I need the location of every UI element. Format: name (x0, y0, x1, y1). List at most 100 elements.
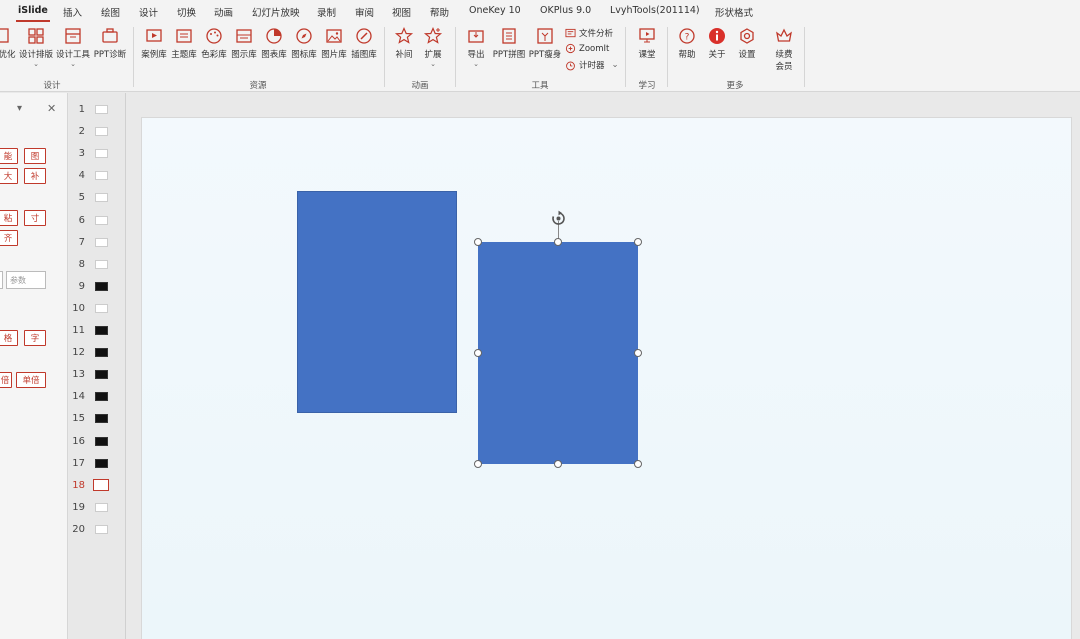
resize-handle-top-left[interactable] (474, 238, 482, 246)
membership-label: 会员 (775, 62, 793, 72)
tab-okplus[interactable]: OKPlus 9.0 (540, 5, 591, 16)
ppt-slim-button[interactable]: PPT瘦身 (528, 26, 562, 60)
timer-button[interactable]: 计时器 ⌄ (565, 59, 619, 71)
theme-library-button[interactable]: 主题库 (170, 26, 198, 60)
color-library-button[interactable]: 色彩库 (200, 26, 228, 60)
pane-button-1[interactable]: 能 (0, 148, 18, 164)
tab-view[interactable]: 视图 (392, 5, 411, 19)
slide-thumbnail[interactable]: 16 (69, 433, 126, 451)
tab-slideshow[interactable]: 幻灯片放映 (252, 5, 300, 19)
icon-library-button[interactable]: 图标库 (290, 26, 318, 60)
resize-handle-right[interactable] (634, 349, 642, 357)
zoomit-button[interactable]: ZoomIt (565, 43, 609, 54)
pane-dropdown-icon[interactable]: ▾ (17, 103, 22, 114)
resize-handle-top[interactable] (554, 238, 562, 246)
slide-thumbnail[interactable]: 5 (69, 189, 126, 207)
tab-help[interactable]: 帮助 (430, 5, 449, 19)
extend-button[interactable]: 扩展 ⌄ (421, 26, 445, 68)
param-input[interactable]: 参数 (6, 271, 46, 289)
tween-button[interactable]: 补间 (392, 26, 416, 60)
image-library-button[interactable]: 图片库 (320, 26, 348, 60)
ribbon: 优化 设计排版 ⌄ 设计工具 ⌄ PPT诊断 设计 案例库 主题库 色彩库 图示… (0, 22, 1080, 92)
close-icon[interactable]: ✕ (47, 102, 56, 115)
pane-button-3[interactable]: 大 (0, 168, 18, 184)
export-button[interactable]: 导出 ⌄ (463, 26, 489, 68)
pane-button-8[interactable]: 格 (0, 330, 18, 346)
file-analysis-button[interactable]: 文件分析 (565, 27, 613, 39)
chevron-down-icon: ⌄ (33, 60, 39, 68)
slide-thumbnail[interactable]: 7 (69, 234, 126, 252)
slide-number: 4 (78, 170, 85, 182)
slide-thumbnail[interactable]: 4 (69, 167, 126, 185)
resize-handle-top-right[interactable] (634, 238, 642, 246)
slide-number: 15 (72, 413, 85, 425)
ppt-puzzle-button[interactable]: PPT拼图 (492, 26, 526, 60)
resize-handle-bottom[interactable] (554, 460, 562, 468)
slide-thumbnail[interactable]: 9 (69, 278, 126, 296)
slide-thumbnail[interactable]: 8 (69, 256, 126, 274)
rotate-icon[interactable] (550, 210, 567, 227)
tab-draw[interactable]: 绘图 (101, 5, 120, 19)
slide[interactable] (141, 117, 1072, 639)
tab-lvyhtools[interactable]: LvyhTools(201114) (610, 5, 700, 16)
pane-button-6[interactable]: 寸 (24, 210, 46, 226)
tab-transitions[interactable]: 切换 (177, 5, 196, 19)
pane-button-2[interactable]: 图 (24, 148, 46, 164)
single-spacing-button[interactable]: 单倍 (16, 372, 46, 388)
help-button[interactable]: ? 帮助 (675, 26, 699, 60)
slide-thumbnail[interactable]: 1 (69, 101, 126, 119)
slide-thumbnail[interactable]: 2 (69, 123, 126, 141)
tab-shape-format[interactable]: 形状格式 (715, 5, 753, 19)
classroom-button[interactable]: 课堂 (634, 26, 660, 60)
selected-rectangle-shape[interactable] (478, 242, 638, 464)
slide-number: 6 (78, 214, 85, 226)
tab-onekey[interactable]: OneKey 10 (469, 5, 521, 16)
tab-insert[interactable]: 插入 (63, 5, 82, 19)
pane-input-left[interactable] (0, 271, 3, 289)
slide-number: 16 (72, 435, 85, 447)
slide-thumbnail[interactable]: 19 (69, 499, 126, 517)
optimize-button[interactable]: 优化 (0, 26, 18, 60)
pane-button-7[interactable]: 齐 (0, 230, 18, 246)
slide-thumbnail-image (95, 171, 108, 181)
tab-animations[interactable]: 动画 (214, 5, 233, 19)
slide-thumbnail[interactable]: 15 (69, 410, 126, 428)
diagram-library-button[interactable]: 图示库 (230, 26, 258, 60)
design-tools-label: 设计工具 (55, 50, 90, 60)
pane-button-9[interactable]: 字 (24, 330, 46, 346)
pane-button-4[interactable]: 补 (24, 168, 46, 184)
ppt-diagnose-button[interactable]: PPT诊断 (92, 26, 128, 60)
slide-thumbnail[interactable]: 10 (69, 300, 126, 318)
slide-thumbnail[interactable]: 3 (69, 145, 126, 163)
pane-button-10[interactable]: 倍 (0, 372, 12, 388)
slide-thumbnail[interactable]: 11 (69, 322, 126, 340)
about-button[interactable]: 关于 (705, 26, 729, 60)
tab-islide[interactable]: iSlide (16, 5, 50, 22)
tab-design[interactable]: 设计 (139, 5, 158, 19)
slide-thumbnail[interactable]: 13 (69, 366, 126, 384)
slide-thumbnail[interactable]: 18 (69, 477, 126, 495)
slide-thumbnail[interactable]: 14 (69, 388, 126, 406)
case-library-label: 案例库 (141, 50, 167, 60)
pane-button-5[interactable]: 粘 (0, 210, 18, 226)
slide-thumbnail-image (95, 105, 108, 114)
rectangle-shape[interactable] (297, 191, 457, 413)
case-library-button[interactable]: 案例库 (140, 26, 168, 60)
slide-thumbnail[interactable]: 12 (69, 344, 126, 362)
slide-thumbnail[interactable]: 20 (69, 521, 126, 539)
resize-handle-left[interactable] (474, 349, 482, 357)
design-tools-button[interactable]: 设计工具 ⌄ (55, 26, 91, 68)
slide-thumbnail[interactable]: 6 (69, 212, 126, 230)
settings-button[interactable]: 设置 (735, 26, 759, 60)
tab-review[interactable]: 审阅 (355, 5, 374, 19)
slide-thumbnail-image (95, 215, 108, 225)
resize-handle-bottom-left[interactable] (474, 460, 482, 468)
tab-record[interactable]: 录制 (317, 5, 336, 19)
chart-library-button[interactable]: 图表库 (260, 26, 288, 60)
design-layout-button[interactable]: 设计排版 ⌄ (18, 26, 54, 68)
renew-membership-button[interactable]: 续费 会员 (771, 26, 797, 72)
optimize-label: 优化 (0, 50, 16, 60)
slide-thumbnail[interactable]: 17 (69, 455, 126, 473)
illustration-library-button[interactable]: 插图库 (350, 26, 378, 60)
resize-handle-bottom-right[interactable] (634, 460, 642, 468)
